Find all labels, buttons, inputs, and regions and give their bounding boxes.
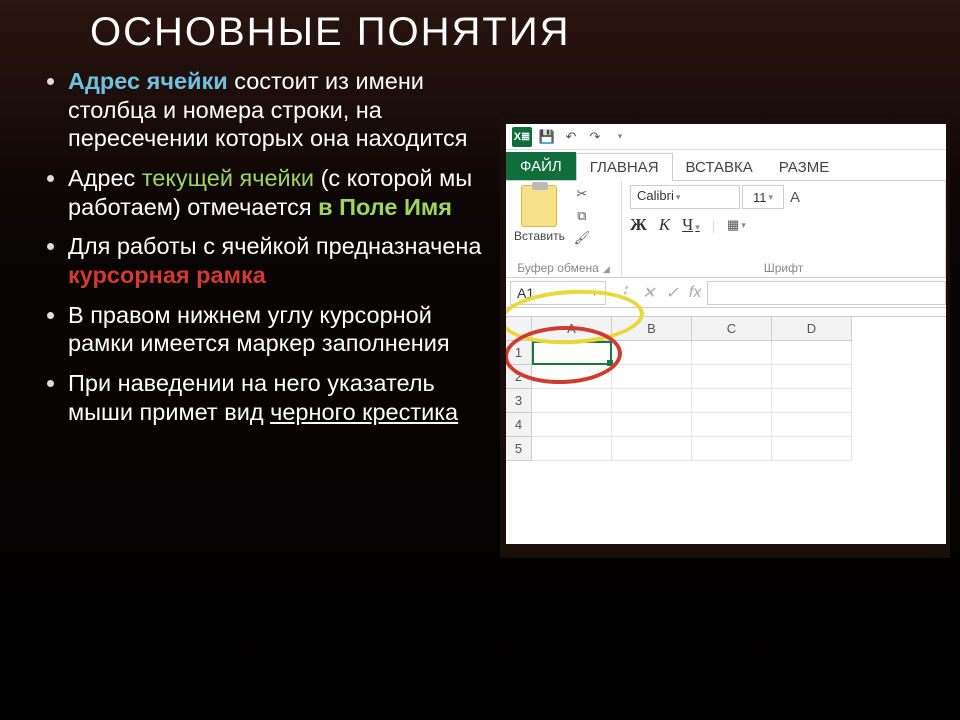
cell[interactable] xyxy=(772,365,852,389)
save-icon[interactable]: 💾 xyxy=(538,128,556,146)
bullet-1: Адрес ячейки состоит из имени столбца и … xyxy=(68,67,500,153)
chevron-down-icon: ▼ xyxy=(590,288,599,298)
bullet-5-underline: черного крестика xyxy=(270,399,458,425)
underline-button[interactable]: Ч xyxy=(682,215,700,235)
row-header-2[interactable]: 2 xyxy=(506,365,532,389)
bullet-1-highlight: Адрес ячейки xyxy=(68,68,228,94)
enter-icon[interactable]: ✓ xyxy=(665,283,678,303)
dots-icon: ⋮ xyxy=(616,283,632,303)
cell[interactable] xyxy=(612,389,692,413)
slide-title: ОСНОВНЫЕ ПОНЯТИЯ xyxy=(90,10,960,55)
bullet-list: Адрес ячейки состоит из имени столбца и … xyxy=(30,67,500,720)
ribbon: Вставить ✂ ⧉ 🖌 Буфер обмена◢ Calibri 11 … xyxy=(506,180,946,278)
cell-a2[interactable] xyxy=(532,365,612,389)
paste-label: Вставить xyxy=(514,229,565,243)
cut-icon[interactable]: ✂ xyxy=(573,185,591,203)
dialog-launcher-icon[interactable]: ◢ xyxy=(603,264,610,274)
ribbon-tabs: ФАЙЛ ГЛАВНАЯ ВСТАВКА РАЗМЕ xyxy=(506,150,946,180)
cell[interactable] xyxy=(532,389,612,413)
group-font-label: Шрифт xyxy=(630,259,937,275)
bullet-3-highlight: курсорная рамка xyxy=(68,262,266,288)
bullet-3: Для работы с ячейкой предназначена курсо… xyxy=(68,232,500,289)
font-name-select[interactable]: Calibri xyxy=(630,185,740,209)
excel-app-icon: X≣ xyxy=(512,127,532,147)
tab-insert[interactable]: ВСТАВКА xyxy=(673,154,766,180)
cell[interactable] xyxy=(692,365,772,389)
bold-button[interactable]: Ж xyxy=(630,215,647,235)
col-header-a[interactable]: A xyxy=(532,317,612,341)
tab-file[interactable]: ФАЙЛ xyxy=(506,152,576,180)
select-all-corner[interactable] xyxy=(506,317,532,341)
row-header-1[interactable]: 1 xyxy=(506,341,532,365)
cell[interactable] xyxy=(692,389,772,413)
tab-home[interactable]: ГЛАВНАЯ xyxy=(576,153,673,181)
cell[interactable] xyxy=(692,437,772,461)
fx-icon[interactable]: fx xyxy=(689,284,701,302)
col-header-b[interactable]: B xyxy=(612,317,692,341)
paste-icon xyxy=(521,185,557,227)
group-clipboard-label: Буфер обмена◢ xyxy=(514,259,613,275)
cancel-icon[interactable]: ✕ xyxy=(642,283,655,303)
redo-icon[interactable]: ↷ xyxy=(586,128,604,146)
cell[interactable] xyxy=(612,413,692,437)
cell[interactable] xyxy=(612,437,692,461)
cell-a1[interactable] xyxy=(532,341,612,365)
name-box-value: A1 xyxy=(517,285,534,301)
cell[interactable] xyxy=(772,389,852,413)
name-box[interactable]: A1 ▼ xyxy=(510,281,606,305)
cell[interactable] xyxy=(532,437,612,461)
tab-layout[interactable]: РАЗМЕ xyxy=(766,154,842,180)
bullet-3-pre: Для работы с ячейкой предназначена xyxy=(68,233,481,259)
bullet-2-pre: Адрес xyxy=(68,165,142,191)
excel-screenshot: X≣ 💾 ↶ ↷ ФАЙЛ ГЛАВНАЯ ВСТАВКА РАЗМЕ Вста… xyxy=(500,118,950,558)
cell[interactable] xyxy=(532,413,612,437)
formula-input[interactable] xyxy=(707,281,946,305)
col-header-c[interactable]: C xyxy=(692,317,772,341)
group-font: Calibri 11 A Ж К Ч | ▦ Шрифт xyxy=(622,181,946,277)
row-header-3[interactable]: 3 xyxy=(506,389,532,413)
italic-button[interactable]: К xyxy=(659,215,670,235)
spreadsheet-grid[interactable]: A B C D 1 2 3 4 5 xyxy=(506,316,946,461)
qat-dropdown-icon[interactable] xyxy=(610,128,628,146)
bullet-2-highlight-1: текущей ячейки xyxy=(142,165,314,191)
cell-d1[interactable] xyxy=(772,341,852,365)
quick-access-toolbar: X≣ 💾 ↶ ↷ xyxy=(506,124,946,150)
grow-font-icon[interactable]: A xyxy=(786,188,804,206)
bullet-4: В правом нижнем углу курсорной рамки име… xyxy=(68,301,500,358)
cell-c1[interactable] xyxy=(692,341,772,365)
copy-icon[interactable]: ⧉ xyxy=(573,207,591,225)
paste-button[interactable]: Вставить xyxy=(514,185,565,243)
undo-icon[interactable]: ↶ xyxy=(562,128,580,146)
format-painter-icon[interactable]: 🖌 xyxy=(573,229,591,247)
cell[interactable] xyxy=(612,365,692,389)
row-header-4[interactable]: 4 xyxy=(506,413,532,437)
bullet-2-highlight-2: в Поле Имя xyxy=(318,194,452,220)
cell[interactable] xyxy=(692,413,772,437)
font-size-select[interactable]: 11 xyxy=(742,185,784,209)
col-header-d[interactable]: D xyxy=(772,317,852,341)
formula-bar: A1 ▼ ⋮ ✕ ✓ fx xyxy=(506,278,946,308)
cell-b1[interactable] xyxy=(612,341,692,365)
cell[interactable] xyxy=(772,413,852,437)
border-icon[interactable]: ▦ xyxy=(727,216,745,234)
cell[interactable] xyxy=(772,437,852,461)
bullet-5: При наведении на него указатель мыши при… xyxy=(68,369,500,426)
group-clipboard: Вставить ✂ ⧉ 🖌 Буфер обмена◢ xyxy=(506,181,622,277)
bullet-2: Адрес текущей ячейки (с которой мы работ… xyxy=(68,164,500,221)
row-header-5[interactable]: 5 xyxy=(506,437,532,461)
